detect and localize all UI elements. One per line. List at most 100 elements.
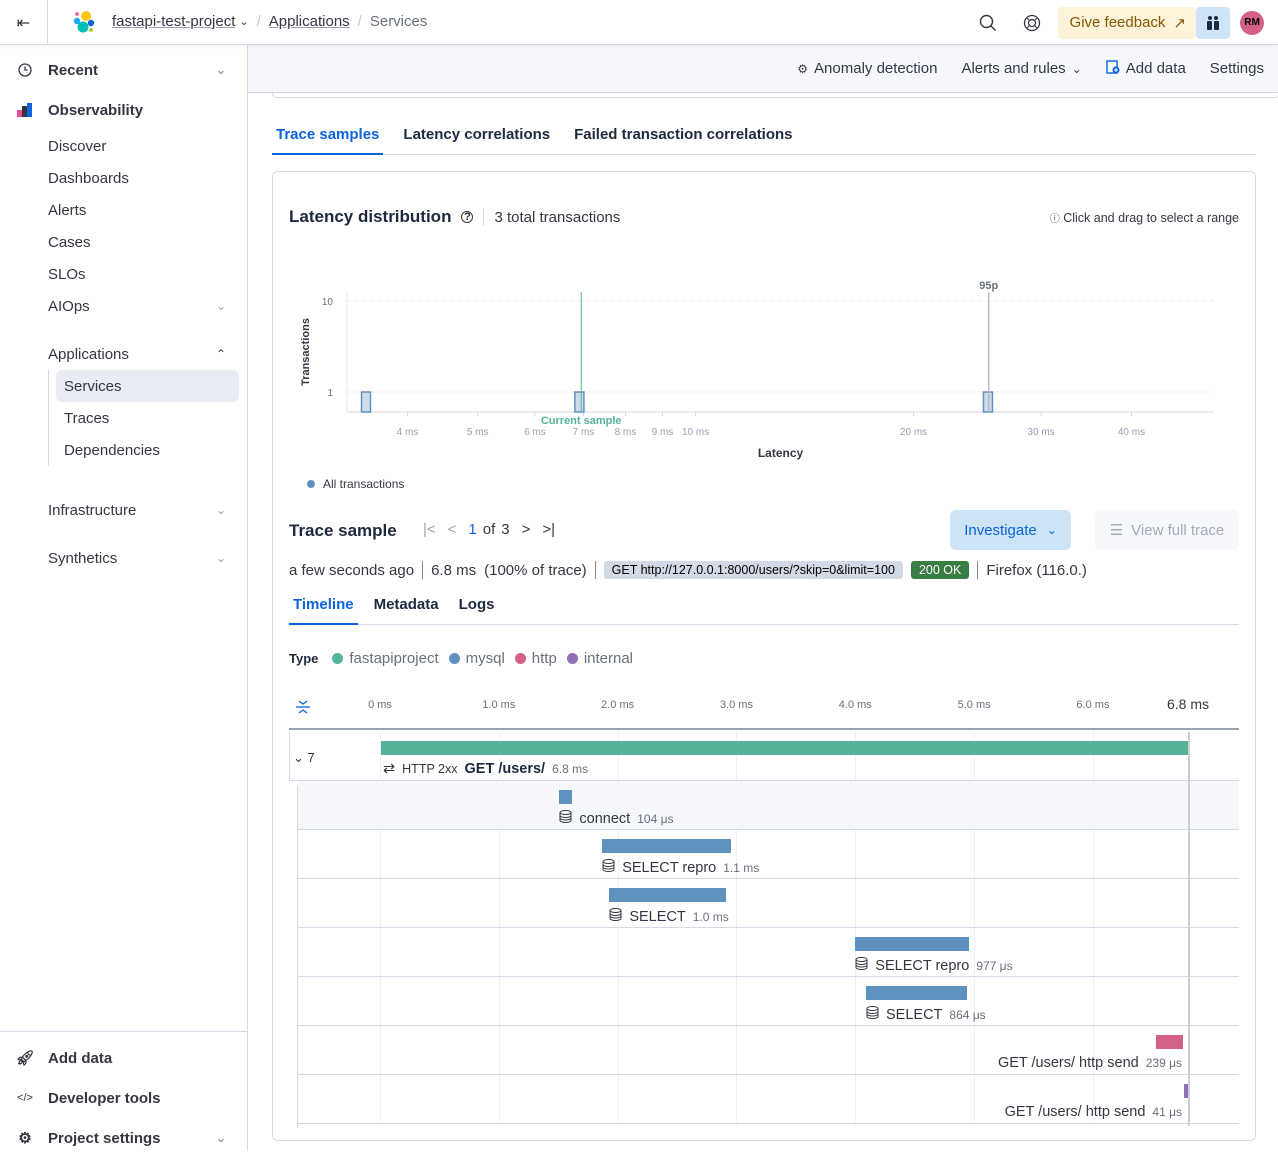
next-page-icon[interactable]: > xyxy=(522,521,531,538)
nav-infrastructure[interactable]: Infrastructure ⌄ xyxy=(48,498,238,522)
span-duration: 864 μs xyxy=(949,1007,986,1022)
pager-current[interactable]: 1 xyxy=(468,521,476,538)
span-bar[interactable] xyxy=(559,790,572,804)
nav-services[interactable]: Services xyxy=(56,370,239,402)
database-icon xyxy=(855,957,868,974)
anomaly-detection-label: Anomaly detection xyxy=(814,60,938,77)
add-data-link[interactable]: Add data xyxy=(1106,59,1186,78)
span-bar[interactable] xyxy=(602,839,731,853)
nav-aiops[interactable]: AIOps ⌄ xyxy=(48,294,238,318)
x-tick-label: 10 ms xyxy=(682,427,709,438)
nav-synthetics[interactable]: Synthetics ⌄ xyxy=(48,546,238,570)
tab-timeline[interactable]: Timeline xyxy=(289,590,358,625)
pager-status: 1 of 3 xyxy=(468,521,509,538)
type-mysql: mysql xyxy=(448,650,505,667)
span-bar[interactable] xyxy=(855,937,970,951)
alerts-rules-menu[interactable]: Alerts and rules ⌄ xyxy=(961,60,1081,77)
main-content: Trace samples Latency correlations Faile… xyxy=(248,93,1278,1151)
cloud-deployment-button[interactable] xyxy=(1196,6,1230,39)
latency-chart[interactable]: 1 10 Transactions 4 ms 5 ms 6 ms 7 ms 8 ms 9 ms 1… xyxy=(289,272,1239,472)
anomaly-detection-link[interactable]: ⚙ Anomaly detection xyxy=(797,60,937,77)
tab-trace-samples[interactable]: Trace samples xyxy=(272,121,384,155)
search-button[interactable] xyxy=(970,5,1006,41)
search-icon xyxy=(979,14,996,31)
tab-failed-transaction-correlations[interactable]: Failed transaction correlations xyxy=(570,121,796,155)
top-bar: ⇤ fastapi-test-project ⌄ / Applications … xyxy=(0,0,1278,45)
legend-dot xyxy=(332,653,344,664)
span-bar[interactable] xyxy=(609,888,726,902)
trace-summary: a few seconds ago 6.8 ms (100% of trace)… xyxy=(289,559,1087,581)
divider xyxy=(422,561,424,579)
tab-latency-correlations[interactable]: Latency correlations xyxy=(399,121,554,155)
help-button[interactable] xyxy=(1014,5,1050,41)
nav-cases[interactable]: Cases xyxy=(48,230,91,254)
legend-dot xyxy=(307,480,315,488)
axis-end-label: 6.8 ms xyxy=(1166,696,1210,712)
nav-discover[interactable]: Discover xyxy=(48,134,106,158)
help-icon[interactable]: ? xyxy=(461,211,474,223)
nav-applications[interactable]: Applications ⌃ xyxy=(48,342,238,366)
nav-add-data-label: Add data xyxy=(48,1049,113,1067)
collapse-nav-button[interactable]: ⇤ xyxy=(0,0,48,45)
nav-observability[interactable]: Observability xyxy=(0,94,248,126)
pager-total[interactable]: 3 xyxy=(501,521,509,538)
tab-logs[interactable]: Logs xyxy=(455,590,499,625)
chevron-down-icon[interactable]: ⌄ xyxy=(239,15,248,28)
database-icon xyxy=(609,908,622,925)
user-avatar[interactable]: RM xyxy=(1240,10,1264,35)
collapse-all-icon[interactable] xyxy=(295,699,311,718)
last-page-icon[interactable]: >| xyxy=(542,521,555,538)
rocket-icon: 🚀︎ xyxy=(15,1050,35,1067)
transaction-row[interactable]: ⌄ 7 ⇄ HTTP 2xx GET /users/6.8 ms xyxy=(289,732,1239,781)
clock-icon xyxy=(16,61,34,79)
nav-recent[interactable]: Recent ⌄ xyxy=(0,54,248,86)
span-row[interactable]: SELECT repro 977 μs xyxy=(298,928,1239,977)
divider xyxy=(977,561,979,579)
nav-project-settings[interactable]: ⚙ Project settings ⌄ xyxy=(0,1122,248,1154)
breadcrumb-applications[interactable]: Applications xyxy=(269,13,350,30)
type-label: Type xyxy=(289,651,319,666)
nav-footer: 🚀︎ Add data </> Developer tools ⚙ Projec… xyxy=(0,1031,248,1151)
nav-slos[interactable]: SLOs xyxy=(48,262,86,286)
nav-add-data[interactable]: 🚀︎ Add data xyxy=(0,1042,248,1074)
first-page-icon[interactable]: |< xyxy=(423,521,436,538)
trace-duration: 6.8 ms xyxy=(431,561,477,579)
x-tick-label: 4 ms xyxy=(397,427,419,438)
span-bar[interactable] xyxy=(381,741,1189,755)
span-bar[interactable] xyxy=(865,986,967,1000)
nav-alerts[interactable]: Alerts xyxy=(48,198,86,222)
latency-distribution-title: Latency distribution xyxy=(289,207,452,226)
breadcrumb-separator: / xyxy=(256,13,261,30)
p95-label: 95p xyxy=(979,280,998,292)
status-badge: 200 OK xyxy=(910,561,970,579)
nav-traces[interactable]: Traces xyxy=(56,402,239,434)
x-tick-label: 6 ms xyxy=(524,427,546,438)
span-bar[interactable] xyxy=(1155,1035,1184,1049)
nav-developer-tools[interactable]: </> Developer tools xyxy=(0,1082,248,1114)
settings-link[interactable]: Settings xyxy=(1210,60,1264,77)
nav-dependencies[interactable]: Dependencies xyxy=(56,434,239,466)
chart-legend: All transactions xyxy=(307,477,404,491)
span-row[interactable]: GET /users/ http send 239 μs xyxy=(298,1026,1239,1075)
legend-all-transactions[interactable]: All transactions xyxy=(323,477,404,491)
database-icon xyxy=(559,810,572,827)
tab-metadata[interactable]: Metadata xyxy=(370,590,443,625)
type-name: http xyxy=(531,650,557,667)
give-feedback-button[interactable]: Give feedback ↗ xyxy=(1057,6,1196,39)
span-row[interactable]: SELECT 1.0 ms xyxy=(298,879,1239,928)
breadcrumb-project[interactable]: fastapi-test-project xyxy=(112,13,235,30)
span-row[interactable]: connect 104 μs xyxy=(298,781,1239,830)
span-row[interactable]: SELECT repro 1.1 ms xyxy=(298,830,1239,879)
span-name: SELECT repro xyxy=(875,957,970,974)
span-row[interactable]: SELECT 864 μs xyxy=(298,977,1239,1026)
nav-tree-line xyxy=(48,370,49,466)
x-tick-label: 30 ms xyxy=(1027,427,1054,438)
elastic-logo[interactable] xyxy=(72,10,96,34)
span-row[interactable]: GET /users/ http send 41 μs xyxy=(298,1075,1239,1124)
row-toggle[interactable]: ⌄ 7 xyxy=(293,750,315,766)
axis-tick-label: 4.0 ms xyxy=(838,699,872,711)
view-full-trace-button[interactable]: ☰ View full trace xyxy=(1095,510,1239,550)
investigate-button[interactable]: Investigate ⌄ xyxy=(950,510,1071,550)
nav-dashboards[interactable]: Dashboards xyxy=(48,166,129,190)
prev-page-icon[interactable]: < xyxy=(448,521,457,538)
